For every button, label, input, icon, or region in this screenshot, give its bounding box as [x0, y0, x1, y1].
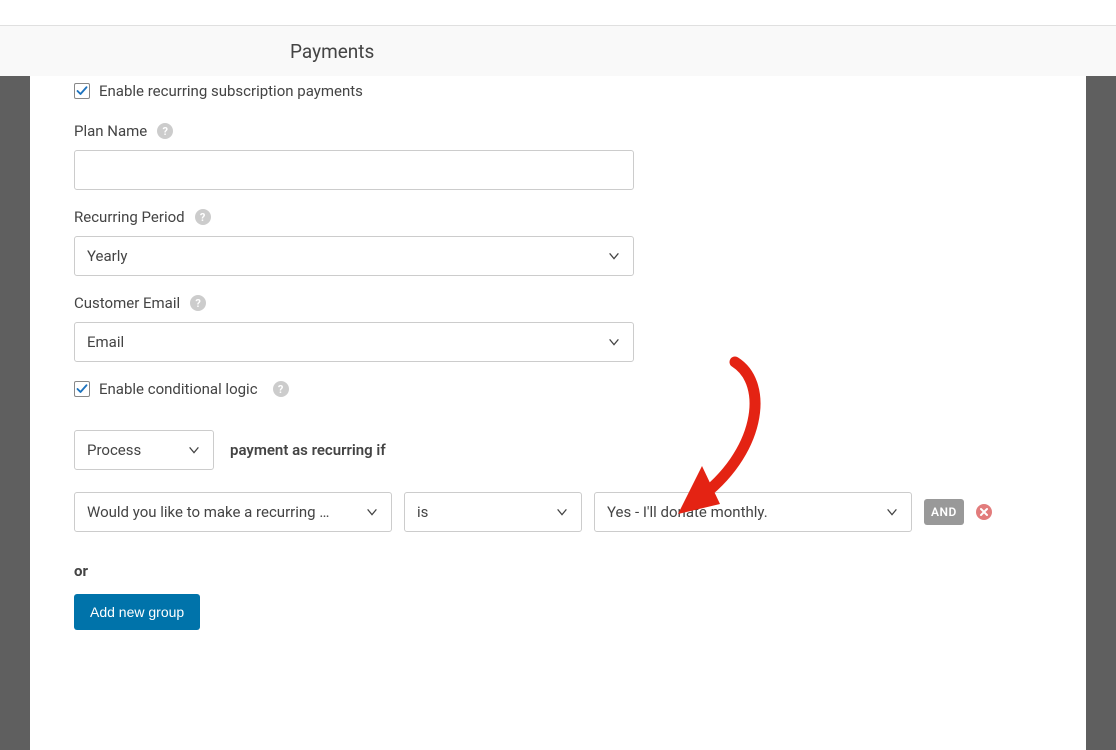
enable-conditional-checkbox[interactable]: [74, 381, 90, 397]
customer-email-value: Email: [87, 333, 124, 351]
enable-conditional-row[interactable]: Enable conditional logic ?: [74, 380, 1086, 398]
tab-title: Payments: [290, 40, 1116, 63]
recurring-period-value: Yearly: [87, 247, 127, 265]
chevron-down-icon: [607, 249, 621, 263]
logic-action-select[interactable]: Process: [74, 430, 214, 470]
condition-operator-value: is: [417, 503, 428, 521]
recurring-period-label: Recurring Period: [74, 208, 185, 226]
plan-name-group: Plan Name ?: [74, 122, 1086, 190]
recurring-period-label-row: Recurring Period ?: [74, 208, 1086, 226]
chevron-down-icon: [555, 505, 569, 519]
chevron-down-icon: [885, 505, 899, 519]
remove-condition-button[interactable]: [976, 504, 992, 520]
logic-action-value: Process: [87, 441, 141, 459]
help-icon[interactable]: ?: [157, 123, 173, 139]
condition-row: Would you like to make a recurring d... …: [74, 492, 1086, 532]
help-icon[interactable]: ?: [273, 381, 289, 397]
help-icon[interactable]: ?: [195, 209, 211, 225]
close-icon: [979, 507, 989, 517]
enable-recurring-checkbox[interactable]: [74, 83, 90, 99]
logic-action-row: Process payment as recurring if: [74, 430, 1086, 470]
logic-sentence: payment as recurring if: [230, 441, 386, 459]
condition-field-select[interactable]: Would you like to make a recurring d...: [74, 492, 392, 532]
tab-header: Payments: [0, 26, 1116, 78]
enable-recurring-row[interactable]: Enable recurring subscription payments: [74, 82, 1086, 100]
check-icon: [76, 383, 88, 395]
customer-email-label: Customer Email: [74, 294, 180, 312]
condition-field-value: Would you like to make a recurring d...: [87, 503, 335, 521]
payments-panel: Enable recurring subscription payments P…: [30, 76, 1086, 750]
customer-email-label-row: Customer Email ?: [74, 294, 1086, 312]
condition-value-value: Yes - I'll donate monthly.: [607, 503, 768, 521]
enable-recurring-label: Enable recurring subscription payments: [99, 82, 363, 100]
customer-email-group: Customer Email ? Email: [74, 294, 1086, 362]
chevron-down-icon: [607, 335, 621, 349]
check-icon: [76, 85, 88, 97]
and-label: AND: [931, 505, 957, 519]
help-icon[interactable]: ?: [190, 295, 206, 311]
window-top-bar: [0, 0, 1116, 26]
add-group-button[interactable]: Add new group: [74, 594, 200, 630]
recurring-period-group: Recurring Period ? Yearly: [74, 208, 1086, 276]
recurring-period-select[interactable]: Yearly: [74, 236, 634, 276]
plan-name-label-row: Plan Name ?: [74, 122, 1086, 140]
or-separator: or: [74, 562, 1086, 580]
chevron-down-icon: [365, 505, 379, 519]
and-button[interactable]: AND: [924, 499, 964, 525]
chevron-down-icon: [187, 443, 201, 457]
plan-name-input[interactable]: [74, 150, 634, 190]
customer-email-select[interactable]: Email: [74, 322, 634, 362]
plan-name-label: Plan Name: [74, 122, 147, 140]
condition-value-select[interactable]: Yes - I'll donate monthly.: [594, 492, 912, 532]
enable-conditional-label: Enable conditional logic: [99, 380, 258, 398]
add-group-label: Add new group: [90, 604, 184, 620]
page-frame: Enable recurring subscription payments P…: [0, 76, 1116, 750]
condition-operator-select[interactable]: is: [404, 492, 582, 532]
